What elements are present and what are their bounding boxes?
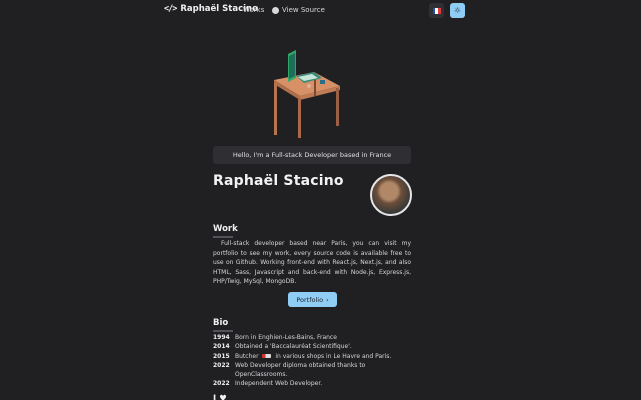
work-description: Full-stack developer based near Paris, y… (213, 240, 411, 285)
language-toggle-button[interactable] (429, 3, 444, 18)
nav-works-label: Works (243, 6, 265, 14)
bio-year: 1994 (213, 334, 230, 341)
bio-text: Butcher in various shops in Le Havre and… (235, 352, 391, 361)
page-title: Raphaël Stacino (213, 173, 344, 189)
bio-text: Born in Enghien-Les-Bains, France (235, 334, 337, 341)
french-flag-icon (432, 7, 441, 14)
work-section-title: Work (213, 224, 238, 238)
bio-text-part: in various shops in Le Havre and Paris. (275, 352, 392, 360)
nav-link-view-source[interactable]: View Source (272, 6, 325, 14)
sun-icon: ☼ (453, 6, 462, 15)
bio-list: 1994 Born in Enghien-Les-Bains, France 2… (213, 333, 413, 389)
list-item: 2022 Independent Web Developer. (213, 379, 413, 388)
chevron-right-icon: › (326, 295, 329, 304)
top-navbar: </> Raphaël Stacino Works View Source ☼ (0, 0, 641, 24)
avatar (370, 174, 412, 216)
list-item: 2022 Web Developer diploma obtained than… (213, 361, 413, 380)
list-item: 2014 Obtained a 'Baccalauréat Scientifiq… (213, 342, 413, 351)
bio-section-title: Bio (213, 318, 233, 332)
bio-year: 2022 (213, 380, 230, 388)
theme-toggle-button[interactable]: ☼ (450, 3, 465, 18)
nav-link-works[interactable]: Works (243, 6, 264, 14)
portfolio-button-label: Portfolio (296, 295, 324, 304)
code-icon: </> (164, 4, 177, 14)
nav-source-label: View Source (282, 6, 325, 14)
list-item: 2015 Butcher in various shops in Le Havr… (213, 352, 413, 361)
bio-text: Web Developer diploma obtained thanks to… (235, 361, 366, 379)
knife-icon (262, 354, 272, 359)
list-item: 1994 Born in Enghien-Les-Bains, France (213, 333, 413, 342)
next-section-title: I ♥ (213, 394, 227, 400)
bio-year: 2022 (213, 361, 230, 369)
portfolio-button[interactable]: Portfolio › (288, 292, 337, 307)
bio-text-part: Butcher (235, 352, 259, 360)
bio-year: 2015 (213, 352, 230, 360)
github-icon (272, 6, 279, 14)
bio-text: Independent Web Developer. (235, 380, 323, 388)
desk-3d-illustration (274, 50, 340, 138)
bio-text: Obtained a 'Baccalauréat Scientifique'. (235, 343, 352, 351)
bio-year: 2014 (213, 343, 230, 351)
greeting-banner: Hello, I'm a Full-stack Developer based … (213, 146, 411, 164)
